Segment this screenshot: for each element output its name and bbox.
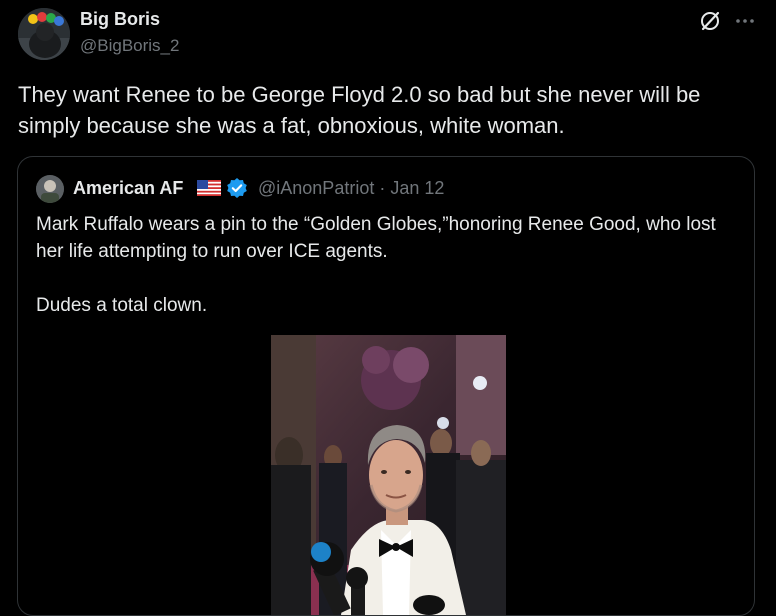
- quoted-post-date[interactable]: Jan 12: [390, 178, 444, 198]
- video-frame-image: [271, 335, 506, 615]
- quoted-author-name[interactable]: American AF: [73, 178, 183, 199]
- quoted-avatar-image: [36, 175, 64, 203]
- quoted-paragraph: Mark Ruffalo wears a pin to the “Golden …: [36, 214, 716, 262]
- quoted-video-thumbnail[interactable]: [271, 335, 506, 615]
- quoted-author-avatar[interactable]: [36, 175, 64, 203]
- quoted-paragraph: Dudes a total clown.: [36, 295, 208, 316]
- author-avatar[interactable]: [18, 8, 70, 60]
- avatar-image: [18, 8, 70, 60]
- us-flag-icon: [197, 180, 221, 196]
- grok-icon[interactable]: [698, 9, 722, 33]
- verified-badge-icon: [227, 178, 247, 198]
- quoted-author-handle[interactable]: @iAnonPatriot: [258, 178, 374, 198]
- quoted-post[interactable]: American AF @iAnonPatriot · Jan 12 Mark …: [17, 156, 755, 616]
- author-handle[interactable]: @BigBoris_2: [80, 36, 179, 56]
- quoted-post-text: Mark Ruffalo wears a pin to the “Golden …: [36, 211, 736, 319]
- post-text: They want Renee to be George Floyd 2.0 s…: [18, 82, 701, 138]
- quoted-meta: @iAnonPatriot · Jan 12: [258, 178, 444, 199]
- more-dots-icon[interactable]: [733, 9, 757, 33]
- meta-separator: ·: [379, 178, 386, 198]
- author-name[interactable]: Big Boris: [80, 9, 160, 30]
